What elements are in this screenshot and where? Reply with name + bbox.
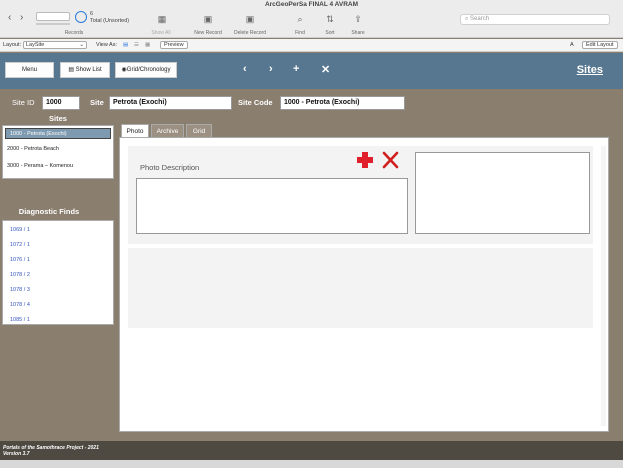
prev-record-button[interactable]: ‹ bbox=[243, 63, 247, 75]
find-button[interactable]: Find bbox=[290, 30, 310, 36]
diagnostic-finds-title: Diagnostic Finds bbox=[18, 207, 80, 216]
share-button[interactable]: Share bbox=[346, 30, 370, 36]
preview-button[interactable]: Preview bbox=[160, 41, 188, 49]
window-title: ArcGeoPerSa FINAL 4 AVRAM bbox=[264, 1, 359, 8]
list-item[interactable]: 1069 / 1 bbox=[3, 223, 113, 238]
layout-select-value: LaySite bbox=[26, 42, 45, 48]
sites-title: Sites bbox=[49, 114, 67, 123]
new-record-icon[interactable]: ▣ bbox=[198, 14, 218, 25]
list-item[interactable]: 3000 - Perama – Komenou bbox=[3, 158, 113, 175]
records-label: Records bbox=[64, 30, 84, 36]
tab-archive[interactable]: Archive bbox=[151, 124, 184, 137]
menu-button[interactable]: Menu bbox=[5, 62, 54, 78]
sort-button[interactable]: Sort bbox=[320, 30, 340, 36]
sites-list[interactable]: 1000 - Petrota (Exochi) 2000 - Petrota B… bbox=[2, 125, 114, 179]
new-record-button[interactable]: New Record bbox=[190, 30, 226, 36]
add-record-button[interactable]: + bbox=[293, 63, 299, 75]
add-photo-icon[interactable] bbox=[356, 151, 374, 169]
status-bar bbox=[0, 460, 623, 468]
share-icon[interactable]: ⇪ bbox=[348, 14, 368, 25]
site-id-field[interactable]: 1000 bbox=[42, 96, 80, 110]
list-item[interactable]: 1000 - Petrota (Exochi) bbox=[5, 128, 111, 139]
list-item[interactable]: 1078 / 4 bbox=[3, 298, 113, 313]
layout-select[interactable]: LaySite ⌄ bbox=[23, 41, 87, 49]
photo-portal-area bbox=[128, 248, 593, 328]
site-code-field[interactable]: 1000 - Petrota (Exochi) bbox=[280, 96, 405, 110]
show-list-label: Show List bbox=[75, 67, 102, 73]
photo-area: Photo Description bbox=[128, 146, 593, 244]
delete-record-icon[interactable]: ▣ bbox=[240, 14, 260, 25]
table-view-icon[interactable]: ▦ bbox=[145, 42, 150, 48]
list-item[interactable]: 1076 / 1 bbox=[3, 253, 113, 268]
next-record-icon[interactable]: › bbox=[20, 12, 23, 23]
view-as-label: View As: bbox=[96, 42, 117, 48]
search-placeholder: Search bbox=[470, 16, 490, 22]
show-all-button[interactable]: Show All bbox=[146, 30, 176, 36]
list-item[interactable]: 1072 / 1 bbox=[3, 238, 113, 253]
show-list-button[interactable]: ▤ Show List bbox=[60, 62, 110, 78]
find-icon[interactable]: ⌕ bbox=[290, 14, 310, 25]
grid-chronology-button[interactable]: ◉Grid/Chronology bbox=[115, 62, 177, 78]
tab-grid[interactable]: Grid bbox=[186, 124, 212, 137]
photo-description-field[interactable] bbox=[136, 178, 408, 234]
edit-layout-button[interactable]: Edit Layout bbox=[582, 41, 618, 49]
photo-panel: Photo Description bbox=[119, 137, 609, 432]
site-code-label: Site Code bbox=[238, 98, 273, 107]
next-record-button[interactable]: › bbox=[269, 63, 273, 75]
list-icon: ▤ bbox=[68, 67, 76, 73]
layout-bar: Layout: LaySite ⌄ View As: ▤ ☰ ▦ Preview… bbox=[0, 39, 623, 52]
format-icon[interactable]: A bbox=[570, 42, 574, 48]
delete-record-button[interactable]: Delete Record bbox=[229, 30, 271, 36]
delete-photo-icon[interactable] bbox=[382, 151, 399, 169]
form-view-icon[interactable]: ▤ bbox=[123, 42, 128, 48]
site-id-label: Site ID bbox=[12, 98, 35, 107]
record-count: 6 Total (Unsorted) bbox=[90, 11, 129, 25]
record-count-number: 6 bbox=[90, 11, 94, 17]
photo-container[interactable] bbox=[415, 152, 590, 234]
site-label: Site bbox=[90, 98, 104, 107]
record-number-field[interactable] bbox=[36, 12, 70, 21]
footer-text: Portals of the Samothrace Project - 2021… bbox=[3, 445, 99, 457]
photo-description-label: Photo Description bbox=[140, 163, 200, 172]
record-total-label: Total (Unsorted) bbox=[90, 18, 130, 24]
sort-icon[interactable]: ⇅ bbox=[320, 14, 340, 25]
list-item[interactable]: 1078 / 2 bbox=[3, 268, 113, 283]
page-title: Sites bbox=[576, 64, 603, 76]
grid-chronology-label: Grid/Chronology bbox=[126, 67, 171, 73]
list-item[interactable]: 2000 - Petrota Beach bbox=[3, 141, 113, 158]
list-view-icon[interactable]: ☰ bbox=[134, 42, 139, 48]
site-name-field[interactable]: Petrota (Exochi) bbox=[109, 96, 232, 110]
tab-photo[interactable]: Photo bbox=[121, 124, 149, 137]
window-toolbar: ArcGeoPerSa FINAL 4 AVRAM ‹ › 6 Total (U… bbox=[0, 0, 623, 38]
prev-record-icon[interactable]: ‹ bbox=[8, 12, 11, 23]
header-band: Menu ▤ Show List ◉Grid/Chronology ‹ › + … bbox=[0, 53, 623, 89]
footer-version: Version 3.7 bbox=[3, 451, 30, 457]
close-record-button[interactable]: ✕ bbox=[321, 63, 330, 76]
show-all-icon[interactable]: ▦ bbox=[152, 14, 172, 25]
layout-label: Layout: bbox=[3, 42, 22, 48]
list-item[interactable]: 1078 / 3 bbox=[3, 283, 113, 298]
panel-scrollbar[interactable] bbox=[601, 146, 606, 426]
list-item[interactable]: 1085 / 1 bbox=[3, 313, 113, 328]
chevron-down-icon: ⌄ bbox=[79, 42, 84, 48]
record-progress-icon bbox=[75, 11, 87, 23]
record-slider[interactable] bbox=[36, 23, 70, 25]
diagnostic-finds-list[interactable]: 1069 / 1 1072 / 1 1076 / 1 1078 / 2 1078… bbox=[2, 220, 114, 325]
search-input[interactable]: ⌕ Search bbox=[460, 14, 610, 25]
